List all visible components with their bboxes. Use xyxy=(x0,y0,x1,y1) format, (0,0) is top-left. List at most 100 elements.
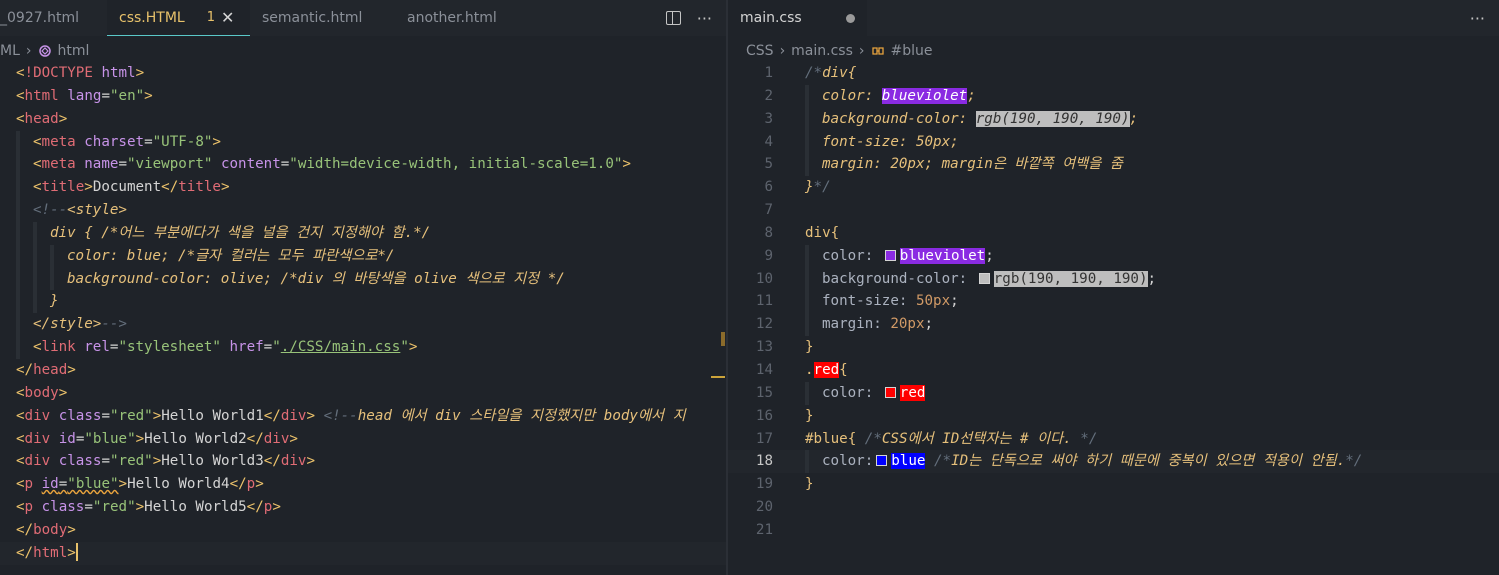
scrollbar-marker[interactable] xyxy=(711,376,725,378)
code-line: 20 xyxy=(728,496,1499,519)
code-line: background-color: olive; /*div 의 바탕색을 ol… xyxy=(0,267,726,291)
code-line: } xyxy=(0,290,726,314)
breadcrumb-item[interactable]: html xyxy=(58,43,90,59)
code-line: <title>Document</title> xyxy=(0,176,726,200)
scrollbar-marker[interactable] xyxy=(721,332,725,346)
line-number: 13 xyxy=(755,339,773,356)
unsaved-dot-icon[interactable] xyxy=(845,13,855,23)
css-code-editor[interactable]: 1/*div{ 2 color: blueviolet; 3 background-… xyxy=(728,62,1499,575)
code-line: div { /*어느 부분에다가 색을 널을 건지 지정해야 함.*/ xyxy=(0,221,726,245)
chevron-right-icon: › xyxy=(858,43,865,59)
split-editor-icon[interactable] xyxy=(665,11,681,25)
line-number: 4 xyxy=(764,133,773,150)
left-tab-actions: ··· xyxy=(665,0,712,36)
code-line: 9 color: blueviolet; xyxy=(728,244,1499,268)
code-line: <p id="blue">Hello World4</p> xyxy=(16,476,264,493)
code-line: 13} xyxy=(728,336,1499,359)
code-line: color: blue; /*글자 컬러는 모두 파란색으로*/ xyxy=(0,244,726,268)
code-line: 1/*div{ xyxy=(728,62,1499,85)
code-line: 8 div{ xyxy=(728,222,1499,245)
code-line-current: </html> xyxy=(0,541,726,565)
tab-label: css.HTML xyxy=(119,9,185,26)
html-element-icon xyxy=(38,45,51,57)
line-number: 6 xyxy=(764,179,773,196)
tab-label: _0927.html xyxy=(0,10,79,26)
line-number: 3 xyxy=(764,110,773,127)
code-line: 17 #blue{ /*CSS에서 ID선택자는 # 이다. */ xyxy=(728,428,1499,451)
tab-label: main.css xyxy=(740,10,802,26)
code-line: <div class="red">Hello World1</div> <!--… xyxy=(16,407,686,424)
code-line: 10 background-color: rgb(190, 190, 190); xyxy=(728,267,1499,291)
tab-semantic-html[interactable]: semantic.html xyxy=(250,0,395,36)
tab-0927-html[interactable]: _0927.html xyxy=(0,0,107,36)
line-number: 2 xyxy=(764,87,773,104)
code-line: <p class="red">Hello World5</p> xyxy=(16,499,281,516)
left-tab-bar: _0927.html css.HTML 1 ✕ semantic.html an… xyxy=(0,0,726,36)
color-swatch[interactable] xyxy=(884,249,896,261)
code-line: 4 font-size: 50px; xyxy=(728,130,1499,154)
tab-label: semantic.html xyxy=(262,10,363,26)
breadcrumb: ML › html xyxy=(0,40,89,62)
breadcrumb-item[interactable]: main.css xyxy=(791,43,853,59)
code-line: 16} xyxy=(728,405,1499,428)
code-line: <meta charset="UTF-8"> xyxy=(0,130,726,154)
code-line: 15 color: red xyxy=(728,381,1499,405)
line-number: 10 xyxy=(755,270,773,287)
problems-badge: 1 xyxy=(206,10,215,25)
color-swatch[interactable] xyxy=(876,455,888,467)
line-number: 14 xyxy=(755,361,773,378)
more-actions-icon[interactable]: ··· xyxy=(697,9,712,28)
code-line-current: 18 color: blue /*ID는 단독으로 써야 하기 때문에 중복이 있으… xyxy=(728,450,1499,474)
code-line: 14 .red{ xyxy=(728,359,1499,382)
line-number: 21 xyxy=(755,521,773,538)
right-tab-bar: main.css ··· xyxy=(728,0,1499,36)
code-line: <meta name="viewport" content="width=dev… xyxy=(0,153,726,177)
code-line: 5 margin: 20px; margin은 바깥쪽 여백을 줌 xyxy=(728,153,1499,177)
code-line: <body> xyxy=(16,384,68,401)
line-number: 9 xyxy=(764,247,773,264)
code-line: <div class="red">Hello World3</div> xyxy=(16,453,316,470)
code-line: 21 xyxy=(728,519,1499,542)
tab-main-css[interactable]: main.css xyxy=(728,0,867,36)
code-line: </head> xyxy=(16,361,76,378)
code-line: <div id="blue">Hello World2</div> xyxy=(16,430,298,447)
code-line: 12 margin: 20px; xyxy=(728,313,1499,337)
more-actions-icon[interactable]: ··· xyxy=(1470,9,1485,28)
breadcrumb: CSS › main.css › #blue xyxy=(746,40,933,62)
breadcrumb-item[interactable]: CSS xyxy=(746,43,774,59)
line-number: 7 xyxy=(764,202,773,219)
code-line: </body> xyxy=(16,521,76,538)
close-icon[interactable]: ✕ xyxy=(221,8,234,27)
line-number: 20 xyxy=(755,499,773,516)
line-number: 16 xyxy=(755,407,773,424)
breadcrumb-item[interactable]: #blue xyxy=(891,43,933,59)
left-editor-pane[interactable]: _0927.html css.HTML 1 ✕ semantic.html an… xyxy=(0,0,726,575)
code-line: <head> xyxy=(16,110,68,127)
chevron-right-icon: › xyxy=(25,43,32,59)
code-line: 6}*/ xyxy=(728,176,1499,199)
code-line: 7 xyxy=(728,199,1499,222)
tab-css-html[interactable]: css.HTML 1 ✕ xyxy=(107,0,250,36)
tab-another-html[interactable]: another.html xyxy=(395,0,535,36)
code-line: <html lang="en"> xyxy=(16,87,153,104)
right-tab-actions: ··· xyxy=(1470,0,1485,36)
right-editor-pane[interactable]: main.css ··· CSS › main.css › #blue 1/*d… xyxy=(728,0,1499,575)
code-line: 2 color: blueviolet; xyxy=(728,84,1499,108)
color-swatch[interactable] xyxy=(978,272,990,284)
line-number: 18 xyxy=(755,453,773,470)
color-swatch[interactable] xyxy=(884,386,896,398)
line-number: 19 xyxy=(755,476,773,493)
code-line: <link rel="stylesheet" href="./CSS/main.… xyxy=(0,336,726,359)
line-number: 12 xyxy=(755,316,773,333)
code-line: <!--<style> xyxy=(0,199,726,222)
css-selector-icon xyxy=(871,47,884,55)
line-number: 11 xyxy=(755,293,773,310)
code-line: 11 font-size: 50px; xyxy=(728,290,1499,314)
html-code-editor[interactable]: <!DOCTYPE html> <html lang="en"> <head> … xyxy=(0,62,726,575)
tab-label: another.html xyxy=(407,10,497,26)
breadcrumb-item[interactable]: ML xyxy=(0,43,20,59)
line-number: 17 xyxy=(755,430,773,447)
line-number: 8 xyxy=(764,224,773,241)
text-cursor xyxy=(75,542,78,561)
chevron-right-icon: › xyxy=(779,43,786,59)
